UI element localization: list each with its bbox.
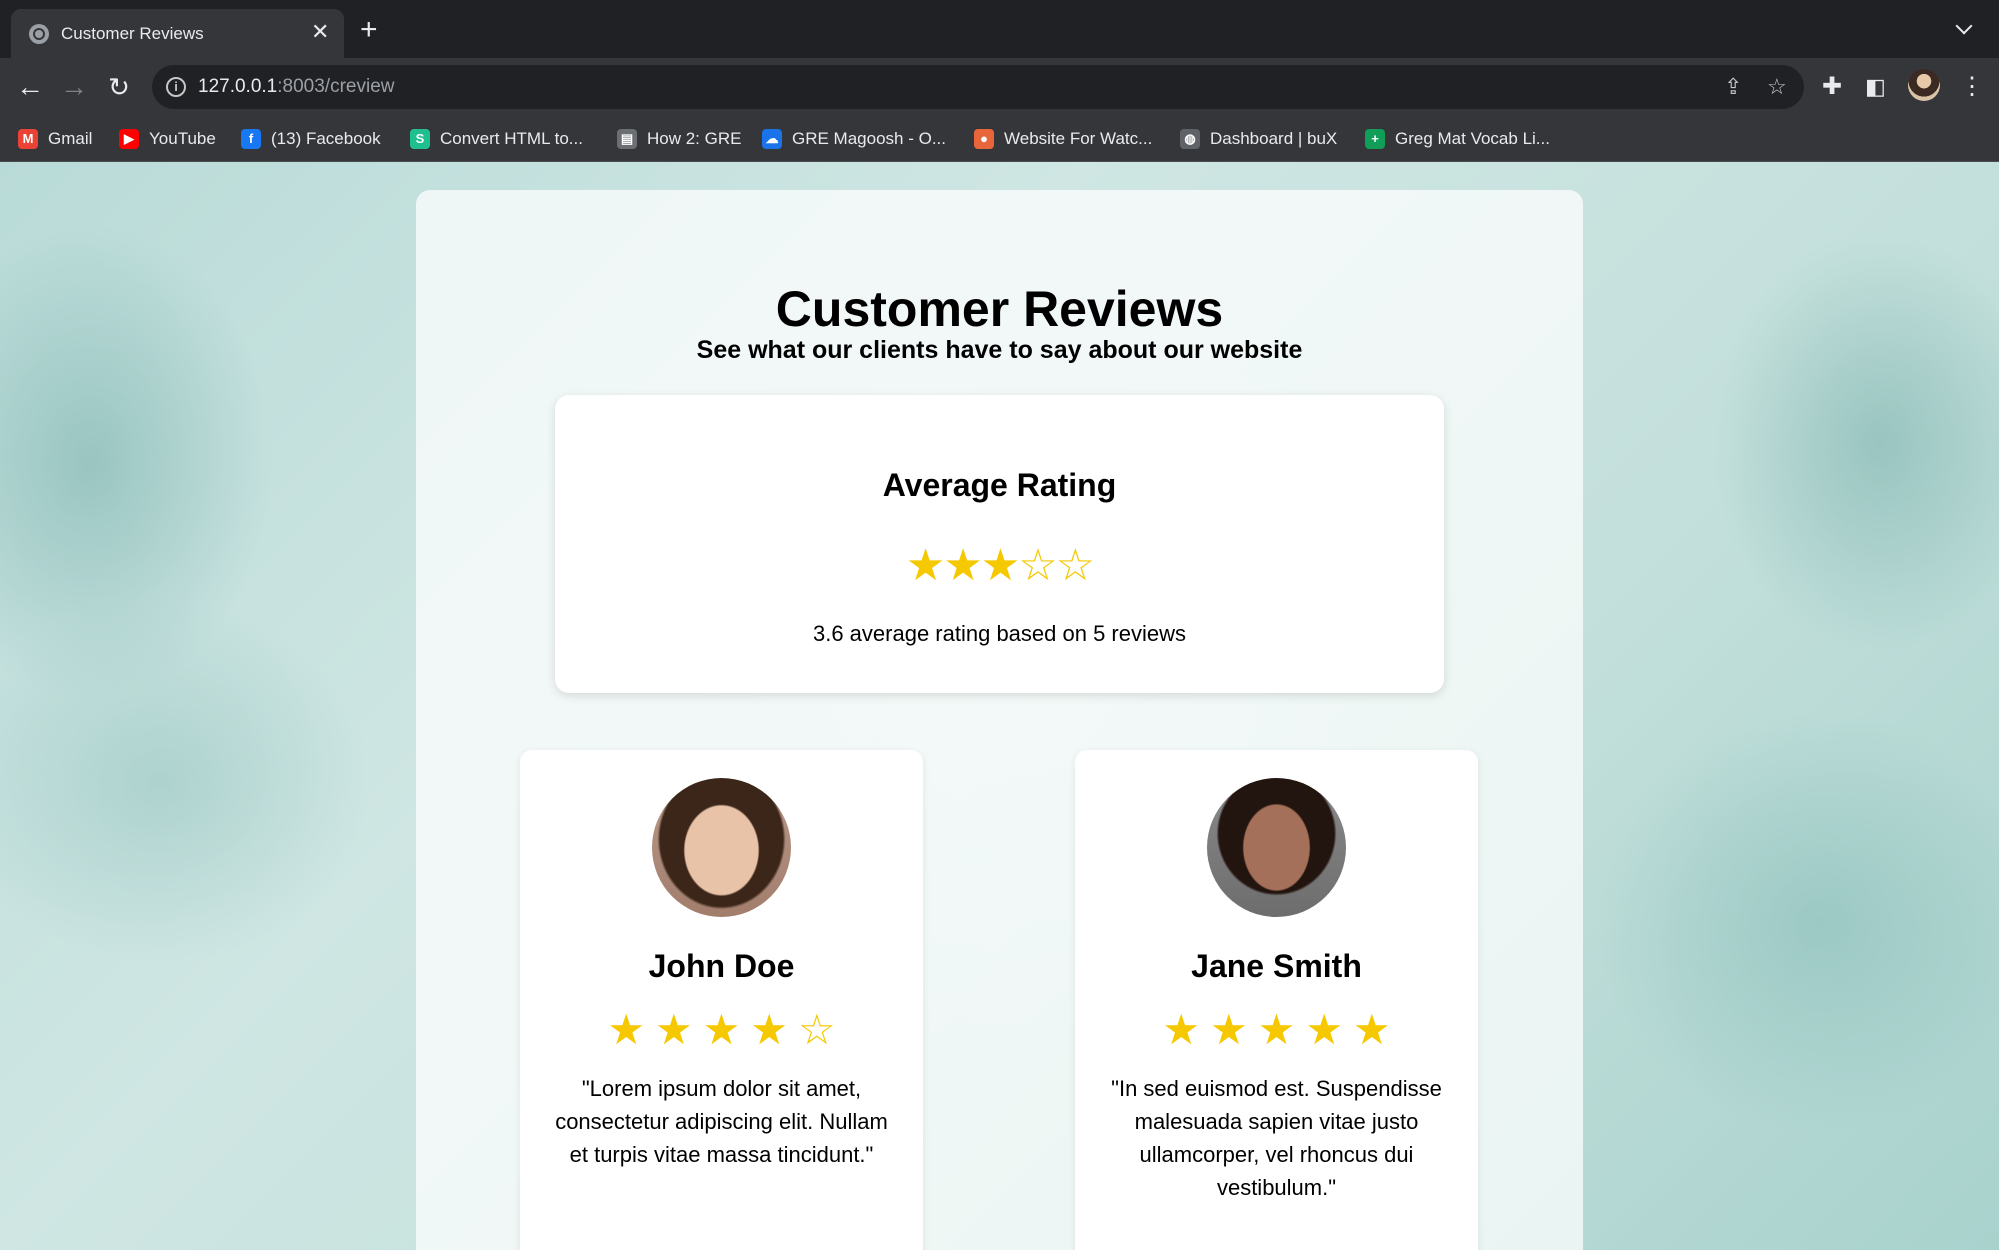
bookmark-label: How 2: GRE <box>647 129 742 148</box>
reviews-panel: Customer Reviews See what our clients ha… <box>416 190 1583 1250</box>
website-icon: ● <box>974 129 994 149</box>
tab-title: Customer Reviews <box>61 24 204 43</box>
reviewer-avatar <box>1207 778 1346 917</box>
close-tab-icon[interactable]: ✕ <box>311 20 329 44</box>
reload-icon[interactable]: ↻ <box>103 71 135 103</box>
review-card: John Doe ★★★★☆ "Lorem ipsum dolor sit am… <box>520 750 923 1250</box>
more-menu-icon[interactable]: ⋮ <box>1960 71 1984 103</box>
share-icon[interactable]: ⇪ <box>1724 74 1742 100</box>
review-text: "Lorem ipsum dolor sit amet, consectetur… <box>555 1076 888 1167</box>
back-arrow-icon[interactable]: ← <box>14 71 46 103</box>
review-star-rating: ★★★★☆ <box>607 1006 846 1053</box>
average-rating-card: Average Rating ★★★☆☆ 3.6 average rating … <box>555 395 1444 693</box>
bookmark-item[interactable]: M Gmail <box>18 127 92 151</box>
bookmark-label: (13) Facebook <box>271 129 381 148</box>
document-icon: ▤ <box>617 129 637 149</box>
gmail-icon: M <box>18 129 38 149</box>
bookmark-label: Website For Watc... <box>1004 129 1153 148</box>
cloud-icon: ☁ <box>762 129 782 149</box>
bookmark-label: Gmail <box>48 129 93 148</box>
reviewer-avatar <box>652 778 791 917</box>
bookmark-label: Convert HTML to... <box>440 129 583 148</box>
average-rating-summary: 3.6 average rating based on 5 reviews <box>812 621 1186 646</box>
bookmark-item[interactable]: ● Website For Watc... <box>974 127 1152 151</box>
info-icon[interactable]: i <box>166 77 186 97</box>
bookmark-label: GRE Magoosh - O... <box>792 129 946 148</box>
average-star-rating: ★★★☆☆ <box>905 541 1095 590</box>
bookmark-label: YouTube <box>149 129 216 148</box>
review-text: "In sed euismod est. Suspendisse malesua… <box>1111 1076 1442 1200</box>
url-text[interactable]: 127.0.0.1:8003/creview <box>198 76 394 98</box>
star-bookmark-icon[interactable]: ☆ <box>1767 74 1787 100</box>
extensions-puzzle-icon[interactable]: ✚ <box>1822 71 1842 103</box>
bookmark-item[interactable]: ▶ YouTube <box>119 127 216 151</box>
profile-avatar[interactable] <box>1908 69 1940 101</box>
address-bar[interactable]: i 127.0.0.1:8003/creview ⇪ ☆ <box>152 65 1804 109</box>
youtube-icon: ▶ <box>119 129 139 149</box>
side-panel-icon[interactable]: ◧ <box>1865 71 1886 103</box>
review-star-rating: ★★★★★ <box>1162 1006 1401 1053</box>
globe-icon <box>29 24 49 44</box>
new-tab-icon[interactable]: + <box>360 15 378 45</box>
bookmark-item[interactable]: f (13) Facebook <box>241 127 381 151</box>
page-subtitle: See what our clients have to say about o… <box>696 336 1303 364</box>
reviewer-name: Jane Smith <box>1191 948 1362 984</box>
reviewer-name: John Doe <box>648 948 795 984</box>
browser-toolbar: ← → ↻ i 127.0.0.1:8003/creview ⇪ ☆ ✚ ◧ ⋮ <box>0 58 1999 116</box>
bookmark-item[interactable]: ☁ GRE Magoosh - O... <box>762 127 946 151</box>
bookmarks-bar: M Gmail ▶ YouTube f (13) Facebook S Convert HTM… <box>0 116 1999 162</box>
forward-arrow-icon[interactable]: → <box>58 71 90 103</box>
bookmark-item[interactable]: ▤ How 2: GRE <box>617 127 741 151</box>
bookmark-label: Greg Mat Vocab Li... <box>1395 129 1550 148</box>
chevron-down-icon[interactable] <box>1955 17 1973 35</box>
bookmark-item[interactable]: ◍ Dashboard | buX <box>1180 127 1337 151</box>
bookmark-item[interactable]: S Convert HTML to... <box>410 127 583 151</box>
facebook-icon: f <box>241 129 261 149</box>
page-title: Customer Reviews <box>775 281 1224 337</box>
convert-icon: S <box>410 129 430 149</box>
sheets-icon: + <box>1365 129 1385 149</box>
average-rating-title: Average Rating <box>882 467 1117 503</box>
tab-strip: Customer Reviews ✕ + <box>0 0 1999 58</box>
dashboard-icon: ◍ <box>1180 129 1200 149</box>
page-viewport: Customer Reviews See what our clients ha… <box>0 162 1999 1250</box>
bookmark-label: Dashboard | buX <box>1210 129 1338 148</box>
bookmark-item[interactable]: + Greg Mat Vocab Li... <box>1365 127 1550 151</box>
browser-tab[interactable]: Customer Reviews ✕ <box>11 9 344 58</box>
review-card: Jane Smith ★★★★★ "In sed euismod est. Su… <box>1075 750 1478 1250</box>
